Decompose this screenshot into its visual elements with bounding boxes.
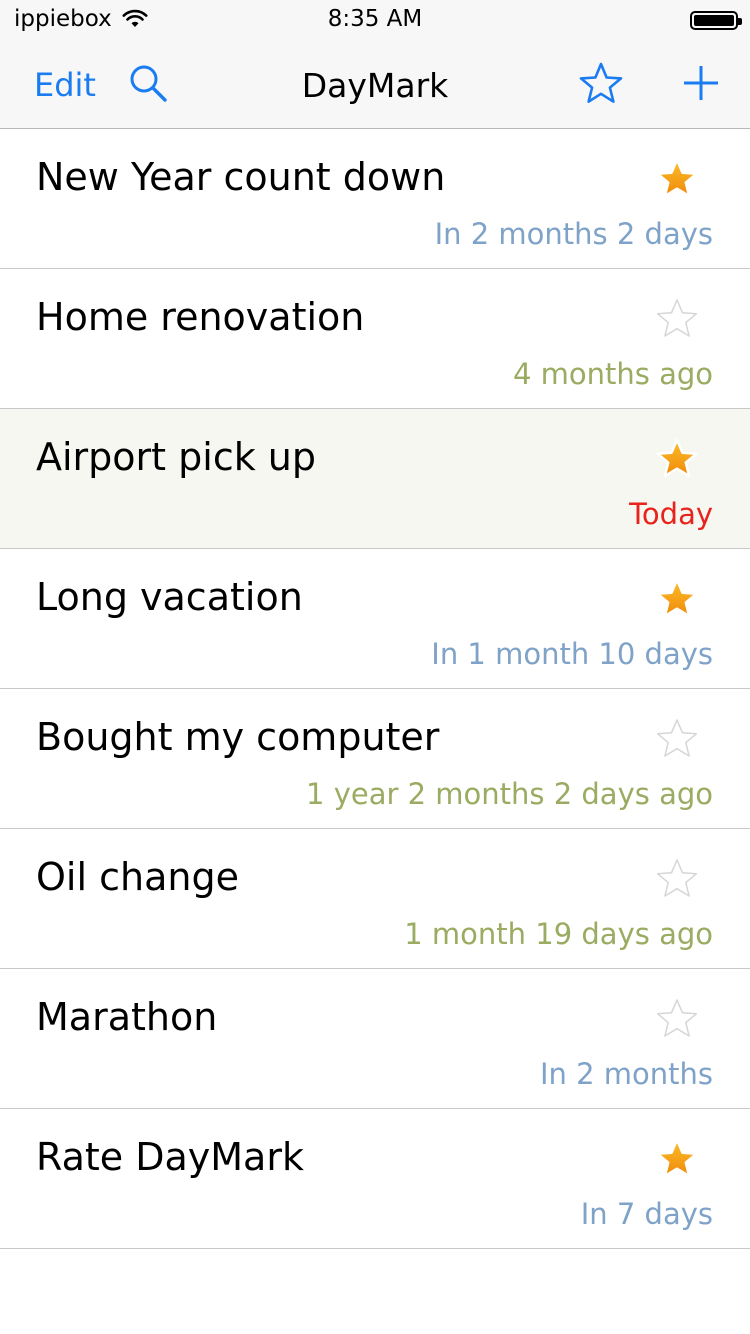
event-title: Long vacation (36, 575, 303, 619)
event-title: Home renovation (36, 295, 365, 339)
star-outline-icon[interactable] (655, 997, 699, 1041)
star-outline-icon[interactable] (655, 717, 699, 761)
battery-icon (690, 11, 742, 30)
list-item[interactable]: Long vacation In 1 month 10 days (0, 549, 750, 689)
event-relative-date: In 7 days (580, 1197, 713, 1231)
event-relative-date: 1 month 19 days ago (404, 917, 713, 951)
list-item[interactable]: Oil change 1 month 19 days ago (0, 829, 750, 969)
star-filled-icon[interactable] (655, 157, 699, 201)
event-title: Marathon (36, 995, 218, 1039)
star-outline-icon[interactable] (655, 297, 699, 341)
screen: ippiebox 8:35 AM Edit DayMark New Year c… (0, 0, 750, 1334)
event-title: Bought my computer (36, 715, 440, 759)
add-icon[interactable] (682, 64, 720, 102)
status-bar: ippiebox 8:35 AM (0, 0, 750, 40)
page-title: DayMark (301, 66, 449, 105)
status-time: 8:35 AM (327, 6, 423, 32)
list-item[interactable]: New Year count down In 2 months 2 days (0, 129, 750, 269)
event-relative-date: Today (629, 497, 713, 531)
event-title: New Year count down (36, 155, 446, 199)
list-item[interactable]: Marathon In 2 months (0, 969, 750, 1109)
navigation-bar: Edit DayMark (0, 40, 750, 129)
event-list: New Year count down In 2 months 2 days H… (0, 129, 750, 1249)
list-item[interactable]: Home renovation 4 months ago (0, 269, 750, 409)
event-relative-date: In 2 months (539, 1057, 713, 1091)
list-item[interactable]: Rate DayMark In 7 days (0, 1109, 750, 1249)
favorites-star-icon[interactable] (578, 61, 624, 107)
event-relative-date: 4 months ago (512, 357, 713, 391)
event-relative-date: 1 year 2 months 2 days ago (306, 777, 713, 811)
event-relative-date: In 2 months 2 days (434, 217, 713, 251)
star-filled-icon[interactable] (655, 577, 699, 621)
top-bar: ippiebox 8:35 AM Edit DayMark (0, 0, 750, 129)
star-filled-icon[interactable] (655, 1137, 699, 1181)
event-relative-date: In 1 month 10 days (431, 637, 713, 671)
list-item[interactable]: Bought my computer 1 year 2 months 2 day… (0, 689, 750, 829)
event-title: Oil change (36, 855, 239, 899)
list-item[interactable]: Airport pick up Today (0, 409, 750, 549)
event-title: Airport pick up (36, 435, 317, 479)
star-filled-icon[interactable] (655, 437, 699, 481)
event-title: Rate DayMark (36, 1135, 304, 1179)
star-outline-icon[interactable] (655, 857, 699, 901)
